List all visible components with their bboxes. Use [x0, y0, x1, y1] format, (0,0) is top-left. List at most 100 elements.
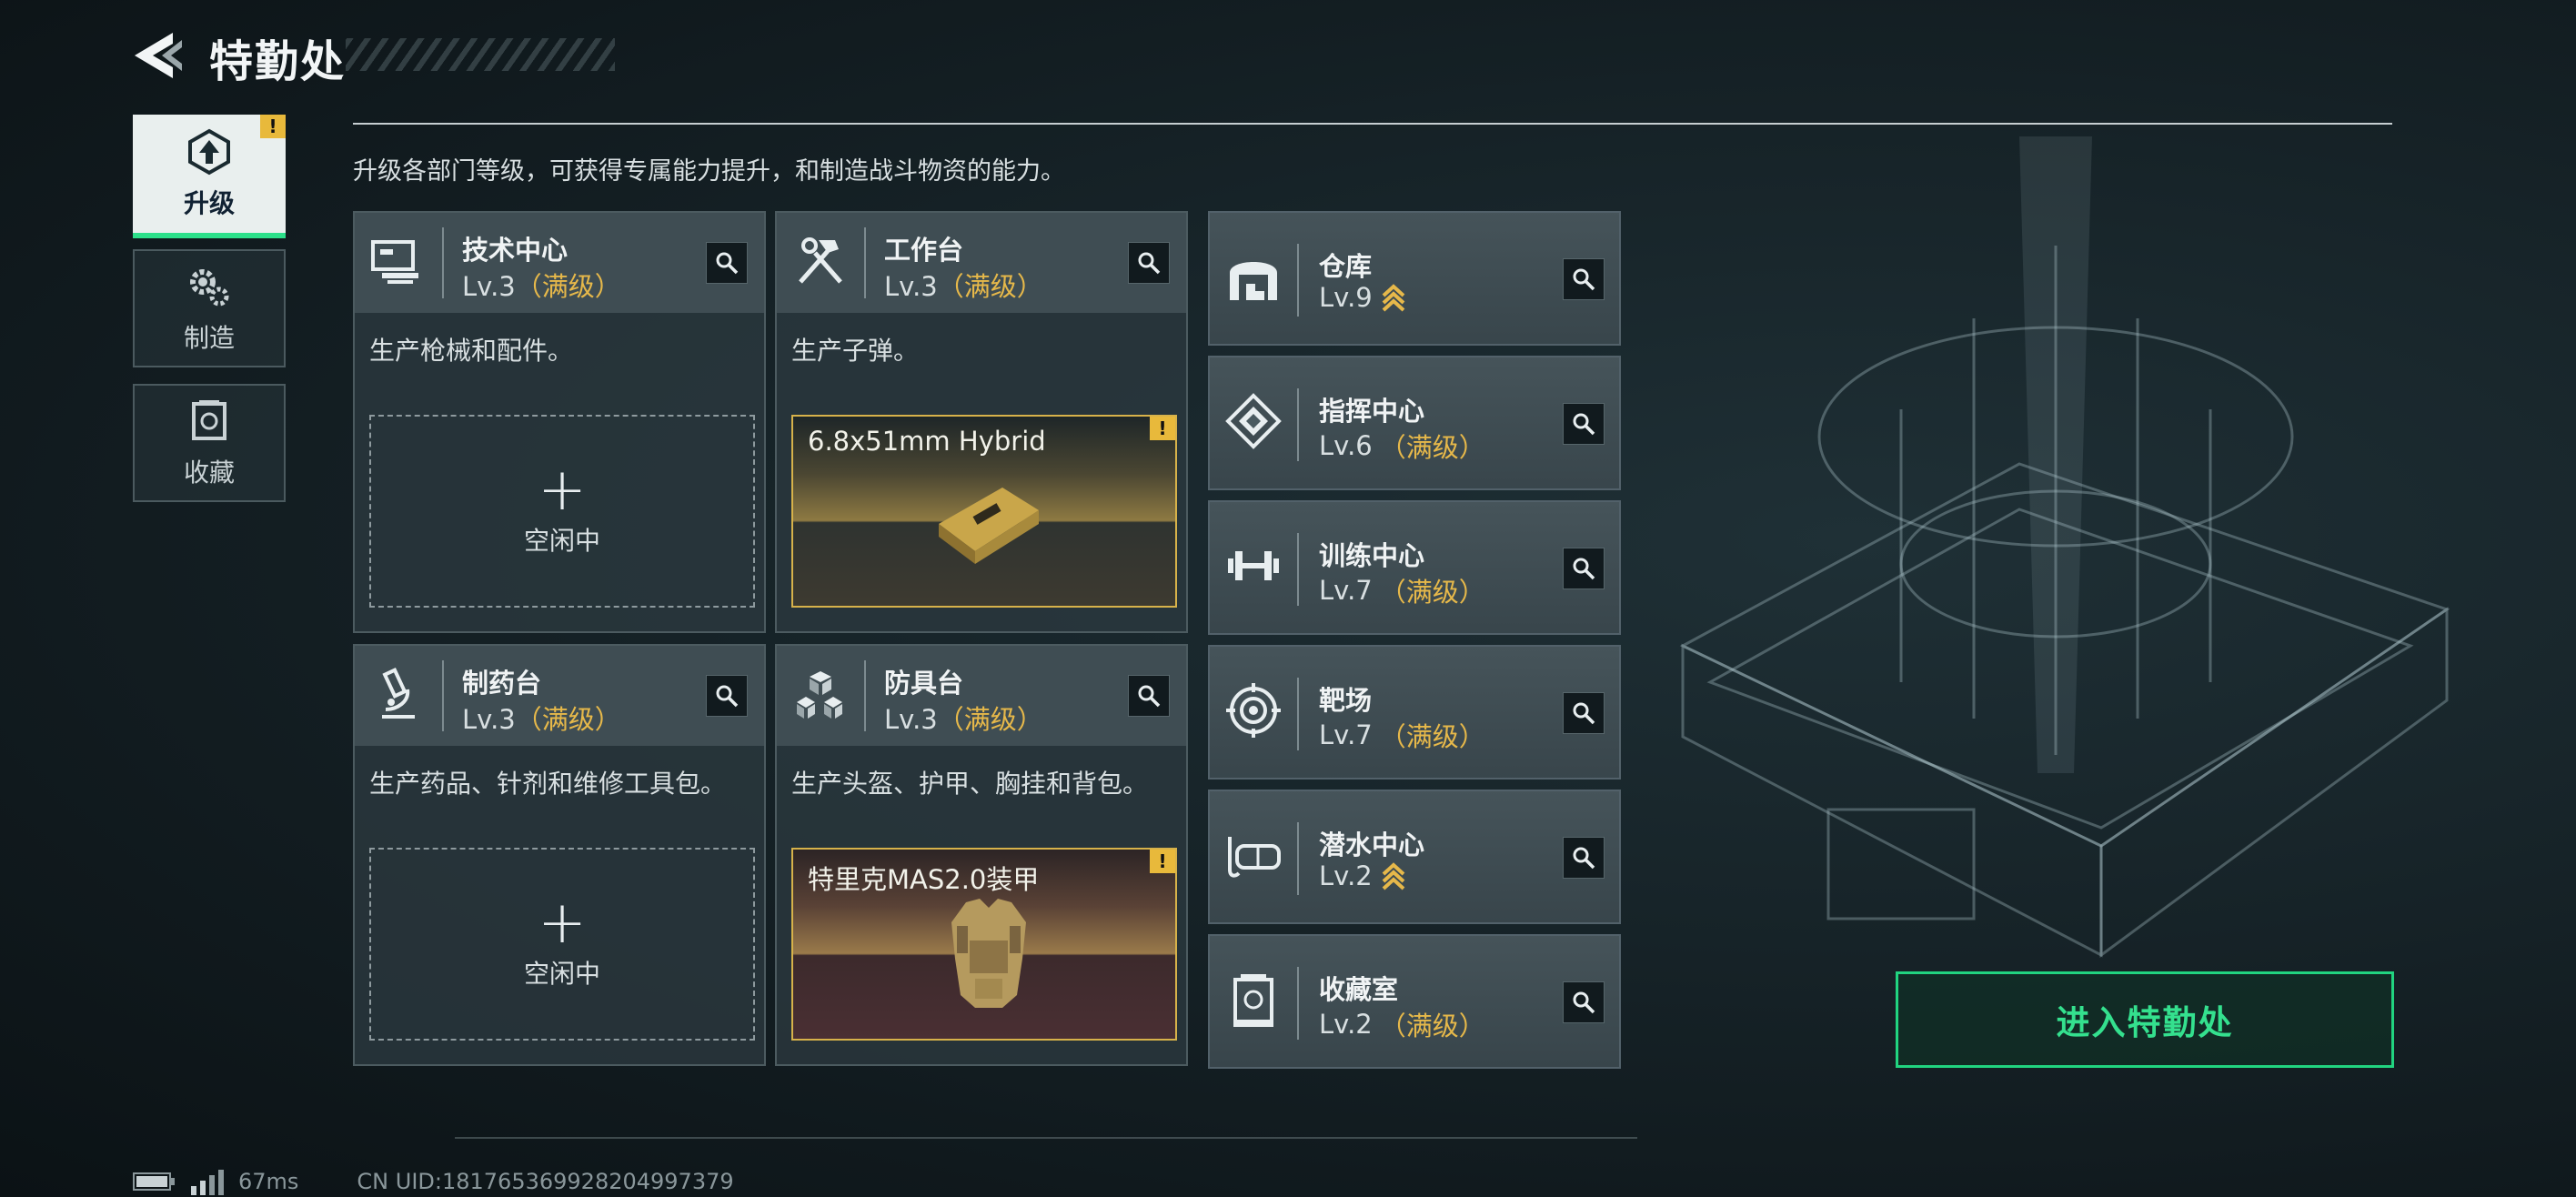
max-level-tag: （满级） — [1379, 577, 1485, 608]
dumbbell-icon — [1228, 551, 1279, 580]
divider — [353, 123, 2392, 125]
inspect-button[interactable] — [706, 242, 748, 284]
idle-slot[interactable]: + 空闲中 — [369, 848, 755, 1041]
title-decoration — [346, 38, 615, 71]
user-uid: CN UID:181765369928204997379 — [357, 1169, 734, 1194]
search-icon — [1573, 991, 1595, 1014]
ping-value: 67ms — [238, 1169, 299, 1194]
max-level-tag: （满级） — [937, 704, 1043, 735]
collection-icon — [192, 400, 226, 440]
search-icon — [1573, 413, 1595, 436]
plus-icon: + — [538, 890, 587, 957]
workstation-name: 工作台 — [884, 235, 964, 266]
facility-name: 仓库 — [1319, 251, 1373, 282]
collection-room-icon — [1233, 974, 1273, 1027]
alert-badge: ! — [260, 115, 286, 138]
facility-card-collection-room[interactable]: 收藏室 Lv.2 （满级） — [1208, 934, 1621, 1069]
workstation-card-workbench[interactable]: 工作台 Lv.3（满级） 生产子弹。 6.8x51mm Hybrid ! — [775, 211, 1188, 633]
max-level-tag: （满级） — [937, 271, 1043, 302]
workstation-description: 生产子弹。 — [791, 336, 920, 366]
page-description: 升级各部门等级，可获得专属能力提升，和制造战斗物资的能力。 — [353, 157, 1065, 186]
workstation-level: Lv.3 — [462, 704, 516, 735]
nav-tab-upgrade[interactable]: 升级 ! — [133, 115, 286, 238]
search-icon — [1573, 847, 1595, 870]
facility-name: 训练中心 — [1319, 540, 1425, 571]
workbench-icon — [799, 237, 842, 284]
back-arrow-icon[interactable] — [133, 31, 184, 80]
signal-icon — [191, 1170, 224, 1195]
facility-name: 靶场 — [1319, 685, 1373, 716]
inspect-button[interactable] — [1563, 258, 1605, 300]
facility-card-command-center[interactable]: 指挥中心 Lv.6 （满级） — [1208, 356, 1621, 490]
max-level-tag: （满级） — [1379, 432, 1485, 463]
battery-icon — [133, 1172, 175, 1191]
facility-name: 收藏室 — [1319, 974, 1399, 1005]
nav-label-craft: 制造 — [183, 323, 235, 353]
upgrade-available-icon — [1382, 862, 1405, 890]
crafting-item-name: 特里克MAS2.0装甲 — [808, 864, 1040, 895]
facility-card-shooting-range[interactable]: 靶场 Lv.7 （满级） — [1208, 645, 1621, 780]
facility-card-diving-center[interactable]: 潜水中心 Lv.2 — [1208, 790, 1621, 924]
divider — [455, 1137, 1637, 1139]
crafting-slot[interactable]: 6.8x51mm Hybrid ! — [791, 415, 1177, 608]
facility-name: 指挥中心 — [1319, 396, 1425, 427]
inspect-button[interactable] — [1563, 692, 1605, 734]
enter-special-ops-button[interactable]: 进入特勤处 — [1896, 971, 2394, 1068]
facility-name: 潜水中心 — [1319, 830, 1425, 860]
workstation-description: 生产药品、针剂和维修工具包。 — [369, 769, 727, 799]
workstation-card-armor-bench[interactable]: 防具台 Lv.3（满级） 生产头盔、护甲、胸挂和背包。 特里克MAS2.0装甲 … — [775, 644, 1188, 1066]
max-level-tag: （满级） — [515, 271, 621, 302]
nav-label-collection: 收藏 — [183, 458, 235, 488]
facility-card-training-center[interactable]: 训练中心 Lv.7 （满级） — [1208, 500, 1621, 635]
upgrade-available-icon — [1382, 284, 1405, 312]
nav-label-upgrade: 升级 — [183, 188, 235, 218]
crafting-item-name: 6.8x51mm Hybrid — [808, 426, 1046, 457]
facility-level: Lv.7 — [1319, 575, 1373, 606]
inspect-button[interactable] — [1563, 403, 1605, 445]
armor-bench-icon — [797, 671, 842, 719]
upgrade-icon — [188, 128, 230, 176]
workstation-description: 生产头盔、护甲、胸挂和背包。 — [791, 769, 1149, 799]
tech-center-icon — [371, 240, 418, 284]
alert-badge: ! — [1150, 417, 1175, 440]
ammo-box-image — [939, 488, 1039, 564]
search-icon — [1138, 685, 1161, 708]
idle-label: 空闲中 — [523, 959, 600, 989]
plus-icon: + — [538, 457, 587, 524]
max-level-tag: （满级） — [515, 704, 621, 735]
workstation-name: 制药台 — [462, 668, 542, 699]
status-bar: 67ms CN UID:181765369928204997379 — [133, 1168, 734, 1195]
nav-tab-craft[interactable]: 制造 — [133, 249, 286, 367]
base-blueprint-image — [1679, 136, 2450, 958]
workstation-name: 防具台 — [884, 668, 964, 699]
workstation-level: Lv.3 — [884, 704, 938, 735]
workstation-card-pharmacy[interactable]: 制药台 Lv.3（满级） 生产药品、针剂和维修工具包。 + 空闲中 — [353, 644, 766, 1066]
microscope-icon — [382, 668, 415, 719]
inspect-button[interactable] — [1563, 548, 1605, 589]
facility-level: Lv.2 — [1319, 1009, 1373, 1040]
inspect-button[interactable] — [1563, 837, 1605, 879]
workstation-name: 技术中心 — [462, 235, 569, 266]
enter-button-label: 进入特勤处 — [2056, 1003, 2234, 1042]
workstation-level: Lv.3 — [884, 271, 938, 302]
warehouse-icon — [1230, 262, 1277, 300]
search-icon — [716, 685, 739, 708]
workstation-description: 生产枪械和配件。 — [369, 336, 574, 366]
gears-icon — [190, 269, 229, 307]
idle-slot[interactable]: + 空闲中 — [369, 415, 755, 608]
workstation-card-tech-center[interactable]: 技术中心 Lv.3（满级） 生产枪械和配件。 + 空闲中 — [353, 211, 766, 633]
facility-card-warehouse[interactable]: 仓库 Lv.9 — [1208, 211, 1621, 346]
facility-level: Lv.2 — [1319, 860, 1373, 891]
inspect-button[interactable] — [1128, 242, 1170, 284]
search-icon — [1573, 702, 1595, 725]
nav-tab-collection[interactable]: 收藏 — [133, 384, 286, 502]
workstation-level: Lv.3 — [462, 271, 516, 302]
inspect-button[interactable] — [1128, 675, 1170, 717]
inspect-button[interactable] — [1563, 981, 1605, 1023]
inspect-button[interactable] — [706, 675, 748, 717]
facility-level: Lv.9 — [1319, 282, 1373, 313]
search-icon — [1573, 268, 1595, 291]
idle-label: 空闲中 — [523, 526, 600, 556]
crafting-slot[interactable]: 特里克MAS2.0装甲 ! — [791, 848, 1177, 1041]
alert-badge: ! — [1150, 850, 1175, 873]
